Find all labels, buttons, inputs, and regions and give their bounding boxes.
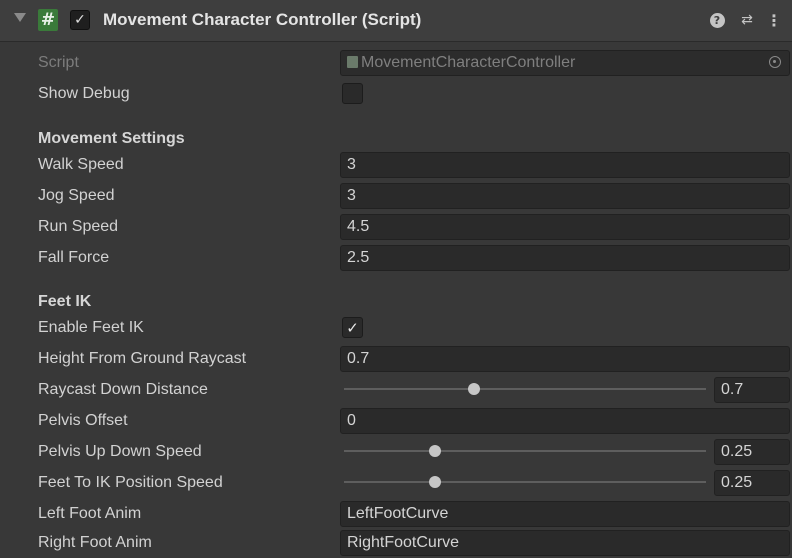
- script-row: Script MovementCharacterController: [0, 47, 792, 78]
- feet-to-ik-position-speed-row: Feet To IK Position Speed 0.25: [0, 467, 792, 498]
- height-from-ground-raycast-row: Height From Ground Raycast 0.7: [0, 343, 792, 374]
- component-enable-checkbox[interactable]: ✓: [70, 10, 90, 30]
- script-label: Script: [38, 54, 79, 71]
- component-header[interactable]: # ✓ Movement Character Controller (Scrip…: [0, 0, 792, 42]
- pelvis-offset-label: Pelvis Offset: [38, 412, 128, 429]
- raycast-down-distance-slider-thumb[interactable]: [468, 383, 481, 395]
- script-value: MovementCharacterController: [361, 54, 576, 71]
- jog-speed-row: Jog Speed 3: [0, 180, 792, 211]
- raycast-down-distance-label: Raycast Down Distance: [38, 381, 208, 398]
- left-foot-anim-field[interactable]: LeftFootCurve: [340, 501, 790, 527]
- walk-speed-label: Walk Speed: [38, 156, 124, 173]
- run-speed-row: Run Speed 4.5: [0, 211, 792, 242]
- raycast-down-distance-slider-track[interactable]: [344, 388, 706, 390]
- show-debug-row: Show Debug: [0, 78, 792, 109]
- help-icon[interactable]: ?: [708, 9, 726, 31]
- right-foot-anim-row: Right Foot Anim RightFootCurve: [0, 527, 792, 558]
- script-icon: #: [38, 9, 58, 31]
- script-asset-icon: [347, 56, 358, 68]
- enable-feet-ik-row: Enable Feet IK ✓: [0, 312, 792, 343]
- pelvis-up-down-speed-row: Pelvis Up Down Speed 0.25: [0, 436, 792, 467]
- feet-to-ik-position-speed-label: Feet To IK Position Speed: [38, 474, 223, 491]
- presets-icon[interactable]: ⇄: [737, 9, 757, 31]
- pelvis-up-down-speed-field[interactable]: 0.25: [714, 439, 790, 465]
- height-from-ground-raycast-label: Height From Ground Raycast: [38, 350, 247, 367]
- enable-feet-ik-checkbox[interactable]: ✓: [342, 317, 363, 338]
- right-foot-anim-field[interactable]: RightFootCurve: [340, 530, 790, 556]
- pelvis-up-down-speed-slider-track[interactable]: [344, 450, 706, 452]
- raycast-down-distance-row: Raycast Down Distance 0.7: [0, 374, 792, 405]
- object-picker-icon[interactable]: [769, 56, 781, 68]
- fall-force-row: Fall Force 2.5: [0, 242, 792, 273]
- raycast-down-distance-field[interactable]: 0.7: [714, 377, 790, 403]
- feet-to-ik-position-speed-field[interactable]: 0.25: [714, 470, 790, 496]
- pelvis-up-down-speed-label: Pelvis Up Down Speed: [38, 443, 202, 460]
- kebab-menu-icon[interactable]: ⋮: [766, 9, 782, 31]
- walk-speed-field[interactable]: 3: [340, 152, 790, 178]
- script-object-field[interactable]: MovementCharacterController: [340, 50, 790, 76]
- fall-force-label: Fall Force: [38, 249, 110, 266]
- run-speed-field[interactable]: 4.5: [340, 214, 790, 240]
- jog-speed-field[interactable]: 3: [340, 183, 790, 209]
- jog-speed-label: Jog Speed: [38, 187, 115, 204]
- show-debug-checkbox[interactable]: [342, 83, 363, 104]
- pelvis-up-down-speed-slider-thumb[interactable]: [428, 445, 441, 457]
- walk-speed-row: Walk Speed 3: [0, 149, 792, 180]
- fall-force-field[interactable]: 2.5: [340, 245, 790, 271]
- feet-to-ik-position-speed-slider-thumb[interactable]: [428, 476, 441, 488]
- run-speed-label: Run Speed: [38, 218, 119, 235]
- right-foot-anim-label: Right Foot Anim: [38, 534, 152, 551]
- component-title: Movement Character Controller (Script): [103, 10, 422, 29]
- pelvis-offset-row: Pelvis Offset 0: [0, 405, 792, 436]
- foldout-arrow-icon[interactable]: [14, 13, 26, 22]
- pelvis-offset-field[interactable]: 0: [340, 408, 790, 434]
- left-foot-anim-row: Left Foot Anim LeftFootCurve: [0, 498, 792, 529]
- left-foot-anim-label: Left Foot Anim: [38, 505, 142, 522]
- enable-feet-ik-label: Enable Feet IK: [38, 319, 144, 336]
- show-debug-label: Show Debug: [38, 85, 130, 102]
- height-from-ground-raycast-field[interactable]: 0.7: [340, 346, 790, 372]
- feet-to-ik-position-speed-slider-track[interactable]: [344, 481, 706, 483]
